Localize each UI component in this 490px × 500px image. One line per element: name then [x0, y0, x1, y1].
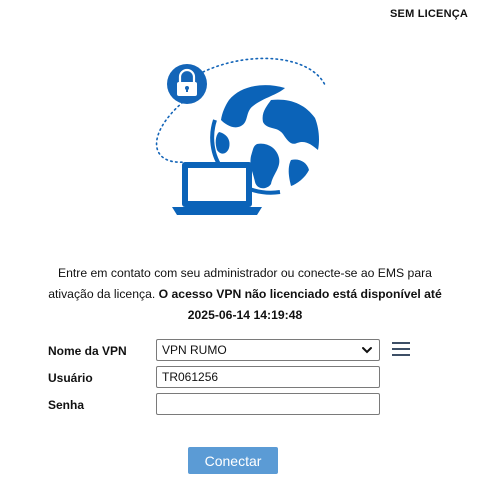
- message-line-2: ativação da licença. O acesso VPN não li…: [0, 284, 490, 305]
- message-bold-text: O acesso VPN não licenciado está disponí…: [158, 287, 442, 301]
- password-label: Senha: [48, 398, 85, 412]
- laptop-icon: [172, 162, 262, 215]
- message-normal-text: ativação da licença.: [48, 287, 156, 301]
- license-message: Entre em contato com seu administrador o…: [0, 263, 490, 326]
- license-status: SEM LICENÇA: [390, 8, 468, 20]
- user-label: Usuário: [48, 371, 93, 385]
- connect-button[interactable]: Conectar: [188, 447, 278, 474]
- expiry-datetime: 2025-06-14 14:19:48: [187, 308, 303, 322]
- username-input[interactable]: [156, 366, 380, 388]
- vpn-select[interactable]: VPN RUMO: [156, 339, 380, 361]
- vpn-selected-value: VPN RUMO: [162, 343, 227, 357]
- chevron-down-icon: [362, 347, 372, 354]
- password-input[interactable]: [156, 393, 380, 415]
- orbit-dotted-path: [155, 101, 186, 163]
- lock-icon: [167, 64, 207, 104]
- menu-icon[interactable]: [392, 342, 410, 358]
- vpn-illustration: [155, 57, 326, 215]
- message-line-1: Entre em contato com seu administrador o…: [58, 266, 432, 280]
- vpn-label: Nome da VPN: [48, 344, 127, 358]
